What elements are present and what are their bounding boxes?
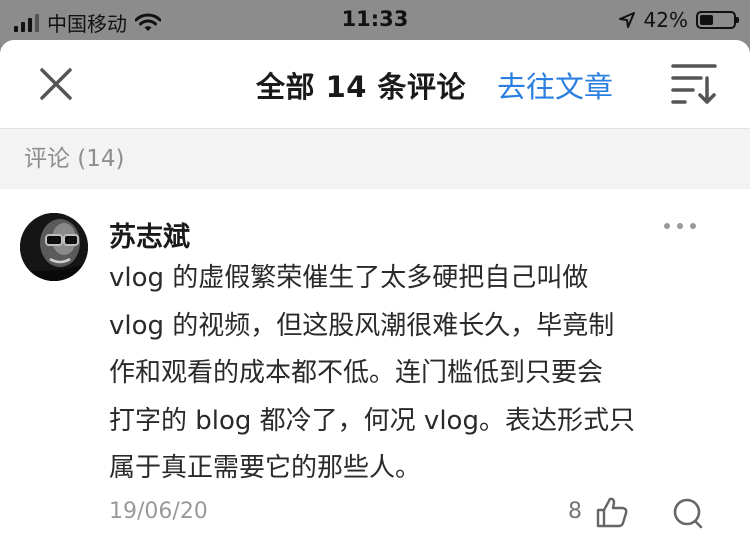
comment-author[interactable]: 苏志斌 [109, 215, 190, 254]
comment-body: vlog 的虚假繁荣催生了太多硬把自己叫做 vlog 的视频，但这股风潮很难长久… [109, 255, 709, 493]
like-count: 8 [568, 499, 582, 524]
comment-footer: 19/06/20 8 [0, 495, 750, 535]
thumbs-up-icon[interactable] [595, 495, 629, 529]
sort-icon[interactable] [671, 62, 717, 104]
comment-line: vlog 的虚假繁荣催生了太多硬把自己叫做 [109, 263, 589, 293]
navigation-bar: 全部 14 条评论 去往文章 [0, 40, 750, 129]
battery-icon [696, 11, 739, 29]
status-bar: 中国移动 11:33 42% [0, 0, 750, 40]
page-title: 全部 14 条评论 [256, 70, 467, 104]
comment-line: vlog 的视频，但这股风潮很难长久，毕竟制 [109, 310, 615, 341]
avatar-image [20, 213, 88, 281]
status-right: 42% [618, 8, 739, 32]
location-arrow-icon [618, 12, 635, 28]
comment-bubble-icon[interactable] [671, 496, 705, 530]
battery-percent: 42% [643, 8, 688, 32]
comment-line: 打字的 blog 都冷了，何况 vlog。表达形式只 [109, 405, 635, 436]
close-icon[interactable] [38, 66, 74, 102]
comment-item: 苏志斌 vlog 的虚假繁荣催生了太多硬把自己叫做 vlog 的视频，但这股风潮… [0, 189, 750, 550]
comments-sheet: 全部 14 条评论 去往文章 评论 (14) 苏志斌 vlog 的虚假繁荣催生了… [0, 40, 750, 550]
comment-line: 作和观看的成本都不低。连门槛低到只要会 [109, 358, 604, 388]
avatar[interactable] [20, 213, 88, 281]
comment-date: 19/06/20 [109, 499, 208, 524]
go-to-article-link[interactable]: 去往文章 [497, 64, 613, 106]
comments-section-header: 评论 (14) [0, 129, 750, 189]
battery-fill [700, 15, 713, 25]
more-options-icon[interactable] [664, 223, 696, 229]
comment-line: 属于真正需要它的那些人。 [109, 453, 422, 483]
